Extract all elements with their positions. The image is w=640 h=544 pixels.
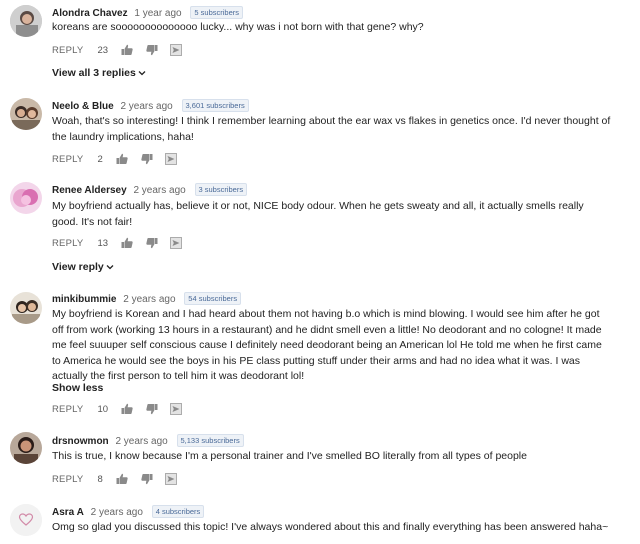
avatar[interactable] xyxy=(10,5,42,37)
author-name[interactable]: drsnowmon xyxy=(52,436,109,447)
send-icon[interactable] xyxy=(164,473,177,485)
author-name[interactable]: minkibummie xyxy=(52,294,116,305)
reply-button[interactable]: REPLY xyxy=(52,474,83,485)
thumbs-down-icon[interactable] xyxy=(141,153,153,165)
thumbs-up-icon[interactable] xyxy=(121,237,133,249)
author-name[interactable]: Renee Aldersey xyxy=(52,185,127,196)
show-less-link[interactable]: Show less xyxy=(52,382,103,394)
chevron-down-icon xyxy=(138,71,146,76)
avatar[interactable] xyxy=(10,432,42,464)
comment-header: drsnowmon 2 years ago 5,133 subscribers xyxy=(52,434,244,447)
thumbs-up-icon[interactable] xyxy=(116,473,128,485)
comment-actions: REPLY 10 xyxy=(52,401,182,417)
avatar[interactable] xyxy=(10,292,42,324)
thumbs-up-icon[interactable] xyxy=(121,403,133,415)
like-count: 23 xyxy=(97,44,109,56)
comment-age[interactable]: 2 years ago xyxy=(123,294,175,305)
view-replies-link[interactable]: View all 3 replies xyxy=(52,67,146,79)
thumbs-down-icon[interactable] xyxy=(141,473,153,485)
subscriber-badge: 3 subscribers xyxy=(194,183,248,196)
comment-age[interactable]: 1 year ago xyxy=(134,8,181,19)
send-icon[interactable] xyxy=(170,44,182,56)
subscriber-badge: 3,601 subscribers xyxy=(181,99,249,112)
reply-button[interactable]: REPLY xyxy=(52,45,83,56)
subscriber-badge: 5,133 subscribers xyxy=(176,434,244,447)
like-count: 13 xyxy=(97,237,109,249)
thumbs-down-icon[interactable] xyxy=(146,237,158,249)
like-count: 2 xyxy=(97,153,103,165)
subscriber-badge: 4 subscribers xyxy=(151,505,205,518)
reply-button[interactable]: REPLY xyxy=(52,238,83,249)
reply-button[interactable]: REPLY xyxy=(52,404,83,415)
reply-button[interactable]: REPLY xyxy=(52,154,83,165)
author-name[interactable]: Asra A xyxy=(52,507,84,518)
comment-actions: REPLY 8 xyxy=(52,471,177,487)
comment-header: Neelo & Blue 2 years ago 3,601 subscribe… xyxy=(52,99,249,112)
send-icon[interactable] xyxy=(170,237,182,249)
subscriber-badge: 54 subscribers xyxy=(184,292,242,305)
author-name[interactable]: Neelo & Blue xyxy=(52,101,114,112)
subscriber-badge: 5 subscribers xyxy=(190,6,244,19)
thumbs-down-icon[interactable] xyxy=(146,403,158,415)
avatar[interactable] xyxy=(10,98,42,130)
comment-text: This is true, I know because I'm a perso… xyxy=(52,450,527,462)
chevron-down-icon xyxy=(106,265,114,270)
avatar[interactable] xyxy=(10,504,42,536)
comment-text: Woah, that's so interesting! I think I r… xyxy=(52,115,611,143)
comment-actions: REPLY 13 xyxy=(52,235,182,251)
thumbs-down-icon[interactable] xyxy=(146,44,158,56)
comment-text: My boyfriend actually has, believe it or… xyxy=(52,200,584,228)
author-name[interactable]: Alondra Chavez xyxy=(52,8,128,19)
thumbs-up-icon[interactable] xyxy=(121,44,133,56)
like-count: 8 xyxy=(97,473,103,485)
like-count: 10 xyxy=(97,403,109,415)
comment-age[interactable]: 2 years ago xyxy=(91,507,143,518)
comment-actions: REPLY 2 xyxy=(52,151,177,167)
comment-text: My boyfriend is Korean and I had heard a… xyxy=(52,308,602,382)
thumbs-up-icon[interactable] xyxy=(116,153,128,165)
comment-age[interactable]: 2 years ago xyxy=(133,185,185,196)
comment-age[interactable]: 2 years ago xyxy=(120,101,172,112)
send-icon[interactable] xyxy=(164,153,177,165)
comment-header: minkibummie 2 years ago 54 subscribers xyxy=(52,292,242,305)
comment-age[interactable]: 2 years ago xyxy=(115,436,167,447)
comment-header: Renee Aldersey 2 years ago 3 subscribers xyxy=(52,183,248,196)
send-icon[interactable] xyxy=(170,403,182,415)
comment-header: Asra A 2 years ago 4 subscribers xyxy=(52,505,205,518)
comment-text: Omg so glad you discussed this topic! I'… xyxy=(52,521,609,533)
comment-header: Alondra Chavez 1 year ago 5 subscribers xyxy=(52,6,244,19)
view-reply-link[interactable]: View reply xyxy=(52,261,114,273)
avatar[interactable] xyxy=(10,182,42,214)
comment-text: koreans are soooooooooooooo lucky... why… xyxy=(52,21,424,33)
comment-actions: REPLY 23 xyxy=(52,42,182,58)
